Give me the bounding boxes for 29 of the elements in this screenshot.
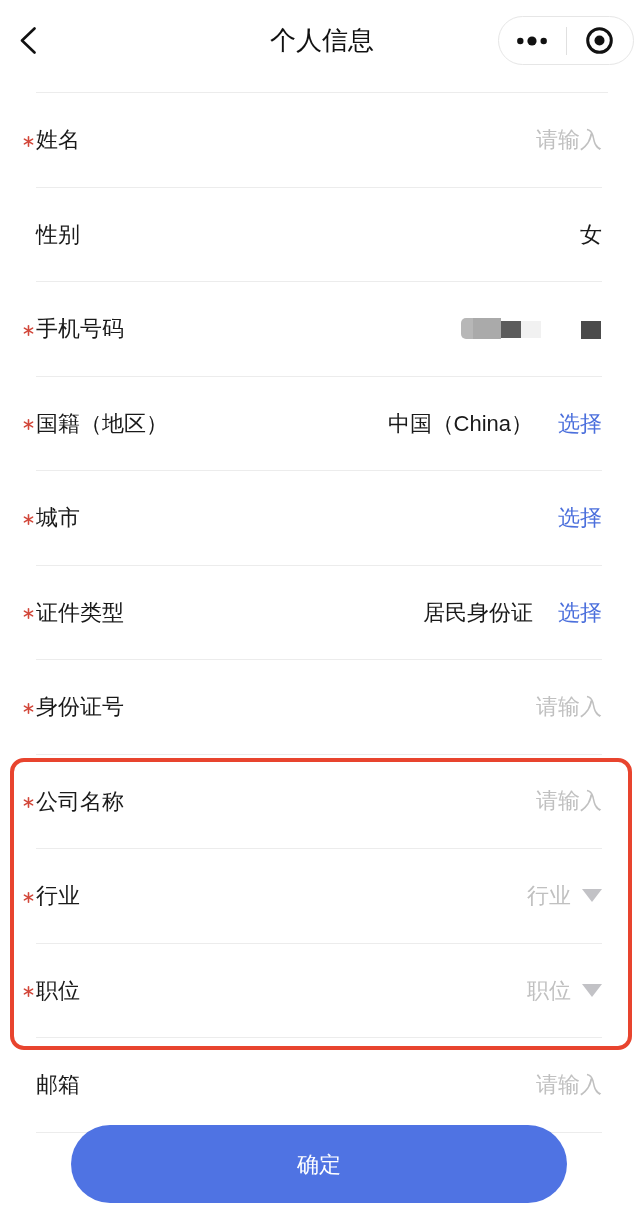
field-label: 行业 bbox=[36, 882, 80, 911]
field-label: 邮箱 bbox=[36, 1071, 80, 1100]
field-label: 国籍（地区） bbox=[36, 409, 168, 438]
field-label: 职位 bbox=[36, 976, 80, 1005]
field-label: 城市 bbox=[36, 504, 80, 533]
back-button[interactable] bbox=[20, 27, 36, 54]
more-icon bbox=[517, 35, 548, 46]
field-label: 公司名称 bbox=[36, 787, 124, 816]
field-label: 姓名 bbox=[36, 126, 80, 155]
select-link[interactable]: 选择 bbox=[558, 501, 602, 535]
chevron-left-icon bbox=[20, 27, 36, 54]
confirm-button[interactable]: 确定 bbox=[71, 1125, 567, 1203]
page-title: 个人信息 bbox=[270, 24, 374, 57]
field-value: 居民身份证 bbox=[423, 598, 533, 627]
text-input-field[interactable]: 请输入 bbox=[362, 786, 602, 817]
field-value: 中国（China） bbox=[387, 409, 533, 438]
field-label: 证件类型 bbox=[36, 598, 124, 627]
field-label: 身份证号 bbox=[36, 693, 124, 722]
field-value: 女 bbox=[580, 220, 602, 249]
select-link[interactable]: 选择 bbox=[558, 595, 602, 629]
field-label: 性别 bbox=[36, 220, 80, 249]
text-input-field[interactable]: 请输入 bbox=[362, 124, 602, 155]
triangle-down-icon bbox=[582, 889, 602, 903]
field-label: 手机号码 bbox=[36, 315, 124, 344]
text-input-field[interactable]: 请输入 bbox=[362, 691, 602, 722]
triangle-down-icon bbox=[582, 983, 602, 997]
circle-dot-icon bbox=[586, 27, 614, 54]
select-link[interactable]: 选择 bbox=[558, 406, 602, 440]
text-input-field[interactable]: 请输入 bbox=[362, 1069, 602, 1100]
